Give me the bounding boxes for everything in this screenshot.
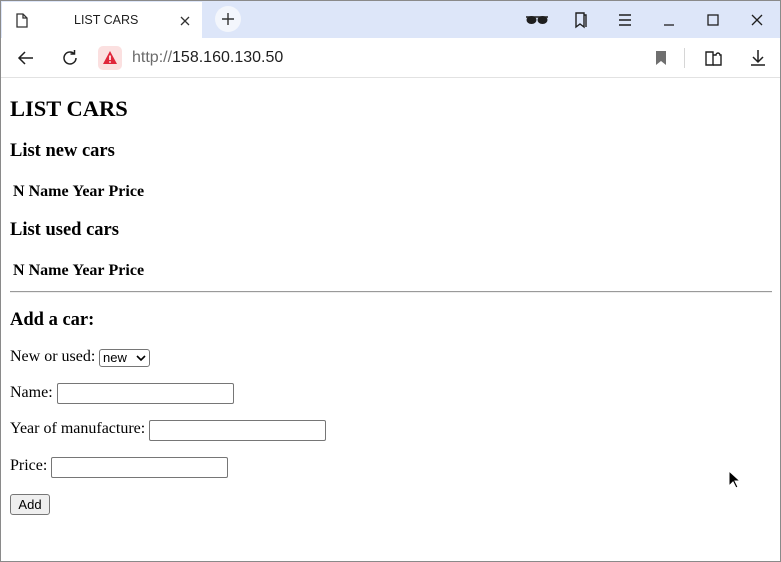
glasses-icon[interactable] (525, 11, 548, 29)
bookmark-icon[interactable] (651, 48, 671, 68)
maximize-icon[interactable] (705, 11, 725, 29)
reload-icon[interactable] (60, 48, 80, 68)
year-label: Year of manufacture: (10, 420, 146, 437)
type-select-value: new (103, 350, 127, 365)
horizontal-rule (10, 291, 772, 293)
column-header-year: Year (72, 262, 105, 279)
new-cars-heading: List new cars (10, 141, 115, 161)
close-icon[interactable] (179, 14, 191, 26)
window-close-icon[interactable] (749, 11, 769, 29)
year-input[interactable] (149, 420, 326, 441)
add-button[interactable]: Add (10, 494, 50, 515)
menu-icon[interactable] (617, 11, 637, 29)
new-tab-button[interactable] (215, 6, 241, 32)
extensions-icon[interactable] (703, 48, 723, 68)
column-header-year: Year (72, 183, 105, 200)
back-icon[interactable] (16, 48, 36, 68)
minimize-icon[interactable] (661, 11, 681, 29)
used-cars-table-header: N Name Year Price (13, 262, 148, 280)
column-header-price: Price (108, 262, 145, 279)
price-label: Price: (10, 457, 48, 474)
tab-strip: LIST CARS (1, 1, 780, 38)
page-title: LIST CARS (10, 96, 128, 121)
used-cars-heading: List used cars (10, 220, 119, 240)
column-header-name: Name (28, 183, 69, 200)
download-icon[interactable] (748, 48, 768, 68)
site-info-button[interactable] (98, 46, 122, 70)
navigation-bar: http://158.160.130.50 (1, 38, 780, 78)
column-header-n: N (13, 262, 25, 279)
column-header-name: Name (28, 262, 69, 279)
page-content: LIST CARS List new cars N Name Year Price L… (1, 79, 780, 561)
price-input[interactable] (51, 457, 228, 478)
url-scheme: http:// (132, 49, 173, 66)
add-car-heading: Add a car: (10, 310, 95, 330)
collections-icon[interactable] (572, 11, 592, 29)
document-icon (16, 13, 28, 28)
name-input[interactable] (57, 383, 234, 404)
nav-separator (684, 48, 685, 68)
mouse-cursor-icon (728, 470, 740, 489)
chevron-down-icon (136, 355, 146, 362)
tab-list-cars[interactable]: LIST CARS (2, 2, 202, 38)
name-label: Name: (10, 384, 53, 401)
url-host: 158.160.130.50 (172, 49, 284, 66)
type-select[interactable]: new (99, 349, 150, 367)
browser-window: LIST CARS http://158.160.130.50 LIST CAR… (0, 0, 781, 562)
type-label: New or used: (10, 348, 96, 365)
tab-title: LIST CARS (74, 13, 139, 27)
column-header-price: Price (108, 183, 145, 200)
address-bar[interactable]: http://158.160.130.50 (132, 49, 283, 67)
new-cars-table-header: N Name Year Price (13, 183, 148, 201)
column-header-n: N (13, 183, 25, 200)
